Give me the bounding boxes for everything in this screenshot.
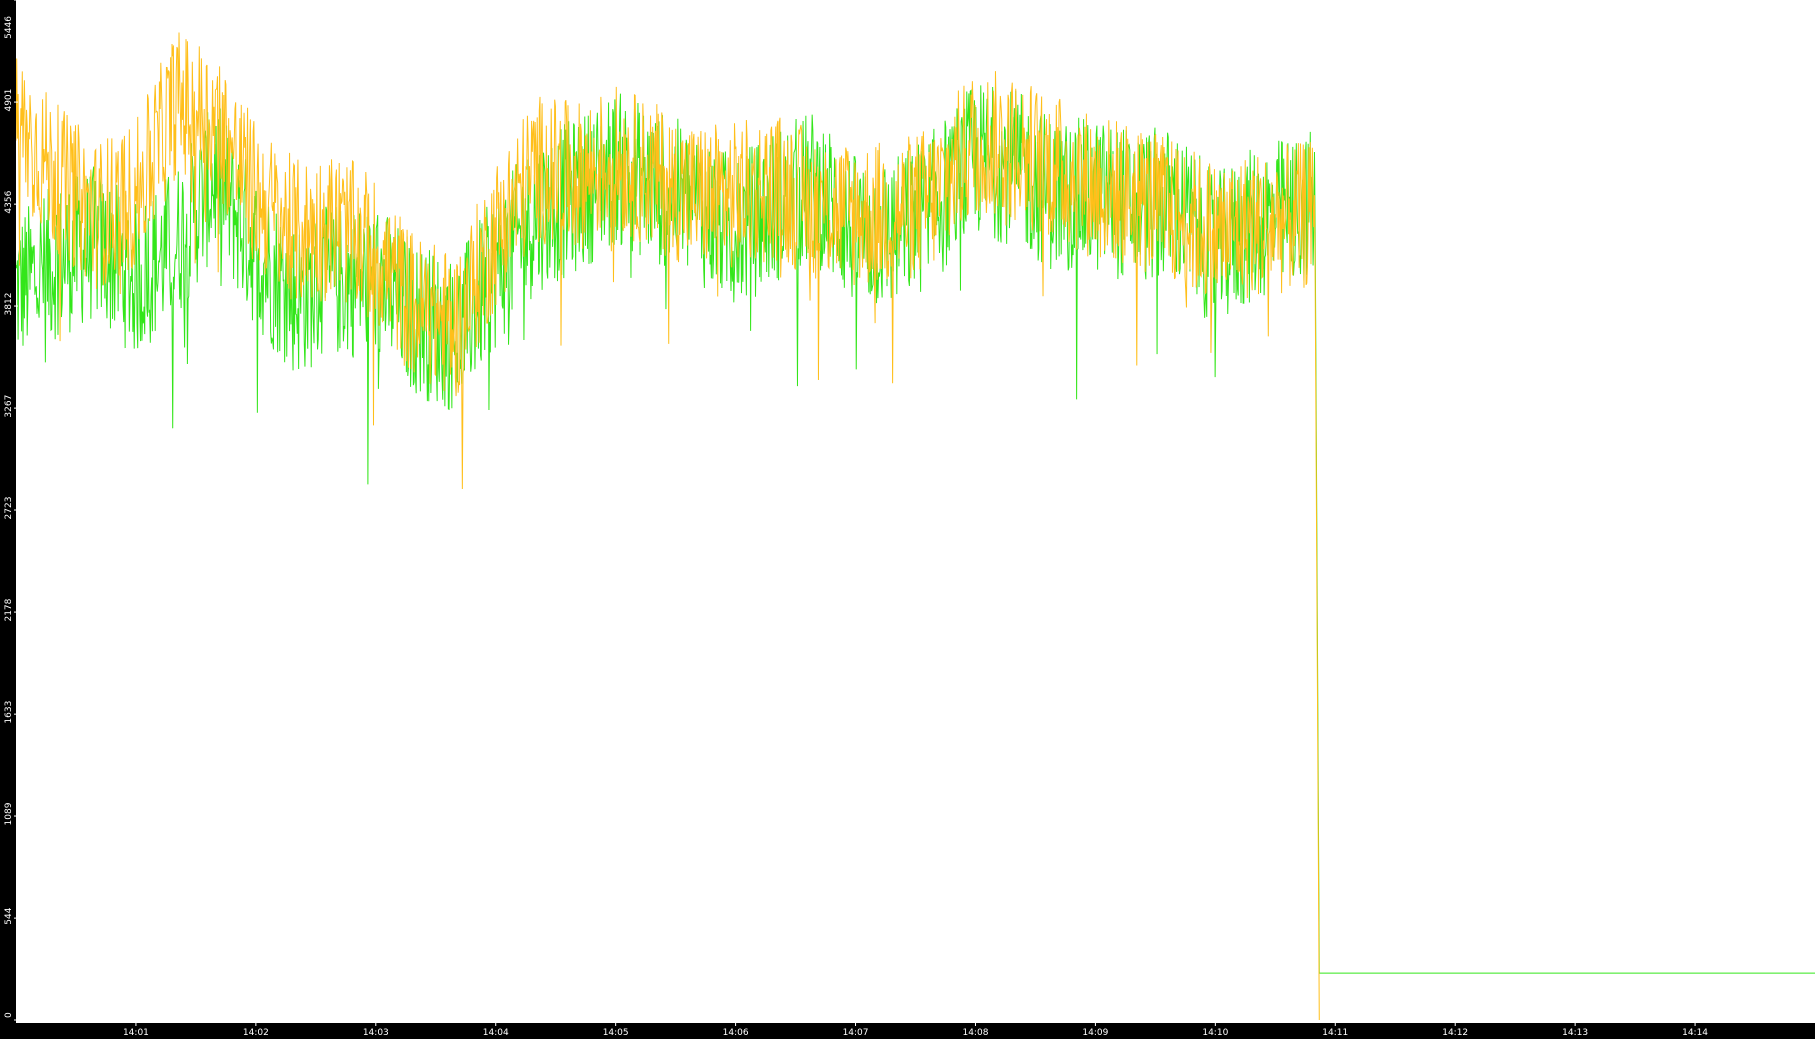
x-tick-label: 14:03 bbox=[363, 1028, 389, 1038]
x-tick-label: 14:01 bbox=[123, 1028, 149, 1038]
y-tick-label: 3267 bbox=[4, 395, 14, 418]
y-tick-label: 2723 bbox=[4, 497, 14, 520]
x-tick-label: 14:08 bbox=[962, 1028, 988, 1038]
line-chart: 0 544 1089 1633 2178 2723 3267 3812 4356 4901 5446… bbox=[0, 0, 1815, 1039]
x-tick-label: 14:13 bbox=[1562, 1028, 1588, 1038]
x-tick-label: 14:09 bbox=[1082, 1028, 1108, 1038]
x-tick-label: 14:10 bbox=[1202, 1028, 1228, 1038]
y-tick-label: 4901 bbox=[4, 89, 14, 112]
x-tick-label: 14:12 bbox=[1442, 1028, 1468, 1038]
y-tick-label: 5446 bbox=[4, 16, 14, 39]
y-tick-label: 4356 bbox=[4, 190, 14, 213]
y-tick-label: 1633 bbox=[4, 701, 14, 724]
y-tick-label: 2178 bbox=[4, 598, 14, 621]
x-tick-label: 14:14 bbox=[1682, 1028, 1708, 1038]
x-tick-label: 14:04 bbox=[483, 1028, 509, 1038]
x-tick-label: 14:06 bbox=[723, 1028, 749, 1038]
x-tick-label: 14:07 bbox=[843, 1028, 869, 1038]
y-tick-label: 0 bbox=[4, 1012, 14, 1018]
x-tick-label: 14:02 bbox=[243, 1028, 269, 1038]
x-axis-band bbox=[0, 1023, 1815, 1039]
x-tick-label: 14:05 bbox=[603, 1028, 629, 1038]
y-tick-label: 1089 bbox=[4, 802, 14, 825]
chart: 0 544 1089 1633 2178 2723 3267 3812 4356 4901 5446… bbox=[0, 0, 1815, 1039]
y-tick-label: 544 bbox=[4, 907, 14, 924]
x-tick-label: 14:11 bbox=[1322, 1028, 1348, 1038]
y-tick-label: 3812 bbox=[4, 293, 14, 316]
